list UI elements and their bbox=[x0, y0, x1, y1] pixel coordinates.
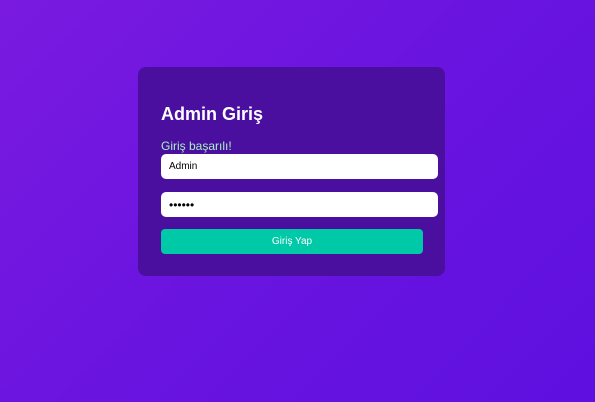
page-title: Admin Giriş bbox=[161, 104, 264, 124]
login-card: Admin Giriş Giriş başarılı! Giriş Yap bbox=[138, 67, 445, 276]
login-page: { "login": { "title": "Admin Giriş", "st… bbox=[0, 0, 595, 402]
username-input[interactable] bbox=[161, 154, 438, 179]
status-message: Giriş başarılı! bbox=[161, 139, 232, 153]
password-input[interactable] bbox=[161, 192, 438, 217]
login-button[interactable]: Giriş Yap bbox=[161, 229, 423, 254]
